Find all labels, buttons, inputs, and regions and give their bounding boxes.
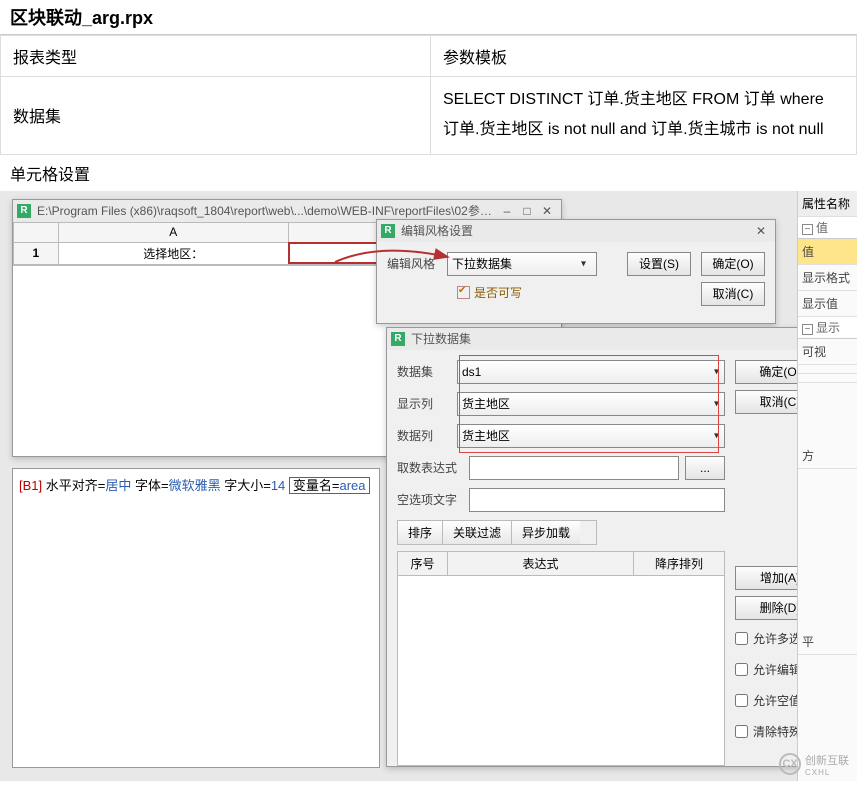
prop-row-a[interactable]	[798, 365, 857, 374]
edit-style-dialog: R 编辑风格设置 ✕ 编辑风格 ▾ 设置(S) 是否可写	[376, 219, 776, 324]
chk-null[interactable]	[735, 694, 748, 707]
fetch-expr-label: 取数表达式	[397, 459, 469, 476]
minimize-icon[interactable]: –	[497, 204, 517, 218]
chk-edit[interactable]	[735, 663, 748, 676]
empty-text-input[interactable]	[469, 488, 725, 512]
b1-ref: [B1]	[19, 478, 46, 493]
row-header-1[interactable]: 1	[14, 242, 59, 264]
b1-size-label: 字大小=	[224, 478, 271, 493]
props-header: 属性名称	[798, 191, 857, 217]
dialog-icon: R	[391, 332, 405, 346]
b1-font-label: 字体=	[135, 478, 169, 493]
edit-style-label: 编辑风格	[387, 255, 447, 272]
writable-label: 是否可写	[474, 284, 522, 301]
dataset-select[interactable]	[457, 360, 725, 384]
info-row-dataset: 数据集 SELECT DISTINCT 订单.货主地区 FROM 订单 wher…	[1, 77, 857, 155]
fetch-expr-input[interactable]	[469, 456, 679, 480]
edit-style-ok-button[interactable]: 确定(O)	[701, 252, 765, 276]
prop-value[interactable]: 值	[798, 239, 857, 265]
sort-list-header: 序号 表达式 降序排列	[397, 551, 725, 576]
col-desc: 降序排列	[634, 552, 724, 575]
cell-a1[interactable]: 选择地区：	[58, 242, 288, 264]
data-col-label: 数据列	[397, 427, 457, 444]
dialog-icon: R	[381, 224, 395, 238]
close-icon[interactable]: ✕	[537, 204, 557, 218]
b1-var-label: 变量名=	[293, 478, 340, 493]
settings-button[interactable]: 设置(S)	[627, 252, 691, 276]
b1-info-panel: [B1] 水平对齐=居中 字体=微软雅黑 字大小=14 变量名=area	[12, 468, 380, 768]
prop-extra4[interactable]: 平	[798, 629, 857, 655]
data-col-select[interactable]	[457, 424, 725, 448]
prop-display-format[interactable]: 显示格式	[798, 265, 857, 291]
edit-style-cancel-button[interactable]: 取消(C)	[701, 282, 765, 306]
b1-font-val: 微软雅黑	[169, 478, 221, 493]
chk-null-label: 允许空值	[753, 692, 801, 709]
tab-filter[interactable]: 关联过滤	[443, 521, 512, 544]
footer-sub: CXHL	[805, 768, 849, 777]
designer-title: E:\Program Files (x86)\raqsoft_1804\repo…	[37, 202, 497, 219]
dataset-label: 数据集	[397, 363, 457, 380]
tab-async[interactable]: 异步加载	[512, 521, 580, 544]
dropdown-titlebar[interactable]: R 下拉数据集 ✕	[387, 328, 835, 350]
info-value-type: 参数模板	[431, 36, 857, 77]
prop-display-value[interactable]: 显示值	[798, 291, 857, 317]
info-label-type: 报表类型	[1, 36, 431, 77]
b1-var-val: area	[340, 478, 366, 493]
dropdown-dialog: R 下拉数据集 ✕ 数据集 ▾ 显示列 ▾ 数据列 ▾ 取数表达式	[386, 327, 836, 767]
section-cell-settings: 单元格设置	[0, 155, 857, 191]
info-value-dataset: SELECT DISTINCT 订单.货主地区 FROM 订单 where 订单…	[431, 77, 857, 155]
col-header-a[interactable]: A	[58, 222, 288, 242]
prop-extra1[interactable]: 方	[798, 443, 857, 469]
chk-edit-label: 允许编辑	[753, 661, 801, 678]
info-label-dataset: 数据集	[1, 77, 431, 155]
edit-style-select[interactable]	[447, 252, 597, 276]
info-table: 报表类型 参数模板 数据集 SELECT DISTINCT 订单.货主地区 FR…	[0, 35, 857, 155]
col-expr: 表达式	[448, 552, 634, 575]
sort-tabs: 排序 关联过滤 异步加载	[397, 520, 597, 545]
display-col-label: 显示列	[397, 395, 457, 412]
browse-button[interactable]: ...	[685, 456, 725, 480]
grid-corner[interactable]	[14, 222, 59, 242]
display-col-select[interactable]	[457, 392, 725, 416]
empty-text-label: 空选项文字	[397, 491, 469, 508]
col-index: 序号	[398, 552, 448, 575]
chk-clear[interactable]	[735, 725, 748, 738]
props-group: −值	[798, 217, 857, 239]
dropdown-title: 下拉数据集	[411, 330, 811, 347]
tree-collapse-icon[interactable]: −	[802, 224, 813, 235]
tree-collapse-icon[interactable]: −	[802, 324, 813, 335]
tab-sort[interactable]: 排序	[398, 521, 443, 544]
b1-align-val: 居中	[105, 478, 131, 493]
chk-multi[interactable]	[735, 632, 748, 645]
chk-multi-label: 允许多选	[753, 630, 801, 647]
page-title: 区块联动_arg.rpx	[0, 0, 857, 35]
editor-area: R E:\Program Files (x86)\raqsoft_1804\re…	[0, 191, 857, 781]
writable-checkbox[interactable]	[457, 286, 470, 299]
app-icon: R	[17, 204, 31, 218]
footer-text: 创新互联	[805, 752, 849, 768]
info-row-type: 报表类型 参数模板	[1, 36, 857, 77]
b1-align-label: 水平对齐=	[46, 478, 106, 493]
properties-panel[interactable]: 属性名称 −值 值 显示格式 显示值 −显示 可视 方 平	[797, 191, 857, 781]
maximize-icon[interactable]: □	[517, 204, 537, 218]
edit-style-close-icon[interactable]: ✕	[751, 224, 771, 238]
props-group-display: −显示	[798, 317, 857, 339]
prop-visible[interactable]: 可视	[798, 339, 857, 365]
sort-list-body[interactable]	[397, 576, 725, 766]
prop-row-b[interactable]	[798, 374, 857, 383]
edit-style-title: 编辑风格设置	[401, 222, 751, 239]
edit-style-titlebar[interactable]: R 编辑风格设置 ✕	[377, 220, 775, 242]
footer-watermark: CX 创新互联 CXHL	[779, 752, 849, 777]
logo-icon: CX	[779, 753, 801, 775]
b1-size-val: 14	[271, 478, 285, 493]
